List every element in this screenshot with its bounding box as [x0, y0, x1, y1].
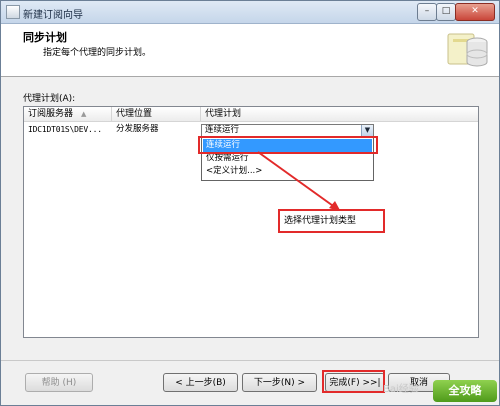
watermark-logo: 全攻略 — [433, 380, 497, 402]
watermark-text: Bai经验 — [383, 384, 419, 395]
annotation-arrow — [257, 151, 341, 212]
annotation-callout: 选择代理计划类型 — [278, 209, 385, 233]
